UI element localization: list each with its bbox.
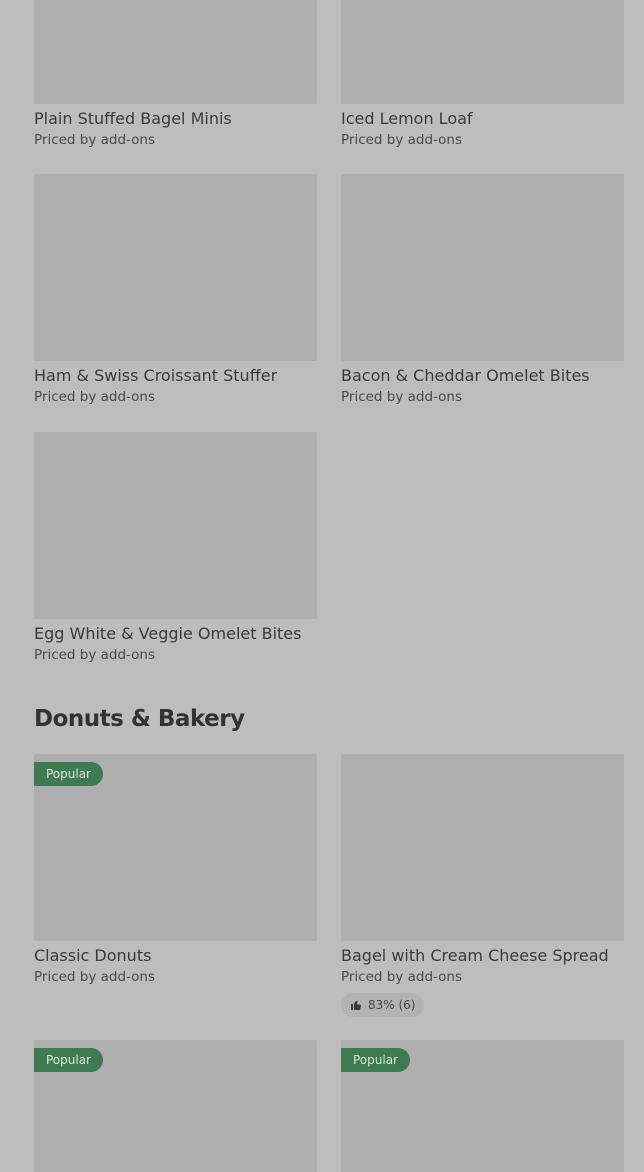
item-title[interactable]: Iced Lemon Loaf bbox=[341, 109, 624, 129]
thumbs-up-icon bbox=[350, 999, 362, 1011]
menu-item-card[interactable]: Plain Stuffed Bagel Minis Priced by add-… bbox=[34, 0, 317, 149]
item-title[interactable]: Bacon & Cheddar Omelet Bites bbox=[341, 366, 624, 386]
popular-badge: Popular bbox=[34, 1048, 103, 1072]
menu-item-card[interactable]: Popular Classic Donuts Priced by add-ons bbox=[34, 754, 317, 986]
item-image[interactable] bbox=[341, 0, 624, 104]
item-title[interactable]: Ham & Swiss Croissant Stuffer bbox=[34, 366, 317, 386]
menu-item-card[interactable]: Popular bbox=[34, 1040, 317, 1172]
menu-item-card[interactable]: Bagel with Cream Cheese Spread Priced by… bbox=[341, 754, 624, 1017]
item-price-note: Priced by add-ons bbox=[341, 389, 463, 405]
item-price-note: Priced by add-ons bbox=[34, 969, 156, 985]
item-price-note: Priced by add-ons bbox=[341, 132, 463, 148]
item-image[interactable] bbox=[34, 432, 317, 619]
item-title[interactable]: Classic Donuts bbox=[34, 946, 317, 966]
item-title[interactable]: Plain Stuffed Bagel Minis bbox=[34, 109, 317, 129]
item-title[interactable]: Bagel with Cream Cheese Spread bbox=[341, 946, 624, 966]
item-image[interactable]: Popular bbox=[341, 1040, 624, 1172]
item-image[interactable]: Popular bbox=[34, 754, 317, 941]
menu-item-card[interactable]: Popular bbox=[341, 1040, 624, 1172]
menu-item-card[interactable]: Iced Lemon Loaf Priced by add-ons bbox=[341, 0, 624, 149]
item-image[interactable] bbox=[341, 754, 624, 941]
item-price-note: Priced by add-ons bbox=[34, 389, 156, 405]
rating-pill: 83% (6) bbox=[341, 993, 425, 1017]
section-title: Donuts & Bakery bbox=[34, 706, 245, 732]
rating-text: 83% (6) bbox=[368, 998, 416, 1012]
menu-item-card[interactable]: Egg White & Veggie Omelet Bites Priced b… bbox=[34, 432, 317, 664]
item-image[interactable] bbox=[341, 174, 624, 361]
item-price-note: Priced by add-ons bbox=[34, 647, 156, 663]
popular-badge: Popular bbox=[341, 1048, 410, 1072]
item-image[interactable] bbox=[34, 0, 317, 104]
item-price-note: Priced by add-ons bbox=[341, 969, 463, 985]
item-price-note: Priced by add-ons bbox=[34, 132, 156, 148]
menu-page: Plain Stuffed Bagel Minis Priced by add-… bbox=[0, 0, 644, 1172]
menu-item-card[interactable]: Ham & Swiss Croissant Stuffer Priced by … bbox=[34, 174, 317, 406]
menu-item-card[interactable]: Bacon & Cheddar Omelet Bites Priced by a… bbox=[341, 174, 624, 406]
item-title[interactable]: Egg White & Veggie Omelet Bites bbox=[34, 624, 317, 644]
item-image[interactable]: Popular bbox=[34, 1040, 317, 1172]
item-image[interactable] bbox=[34, 174, 317, 361]
popular-badge: Popular bbox=[34, 762, 103, 786]
